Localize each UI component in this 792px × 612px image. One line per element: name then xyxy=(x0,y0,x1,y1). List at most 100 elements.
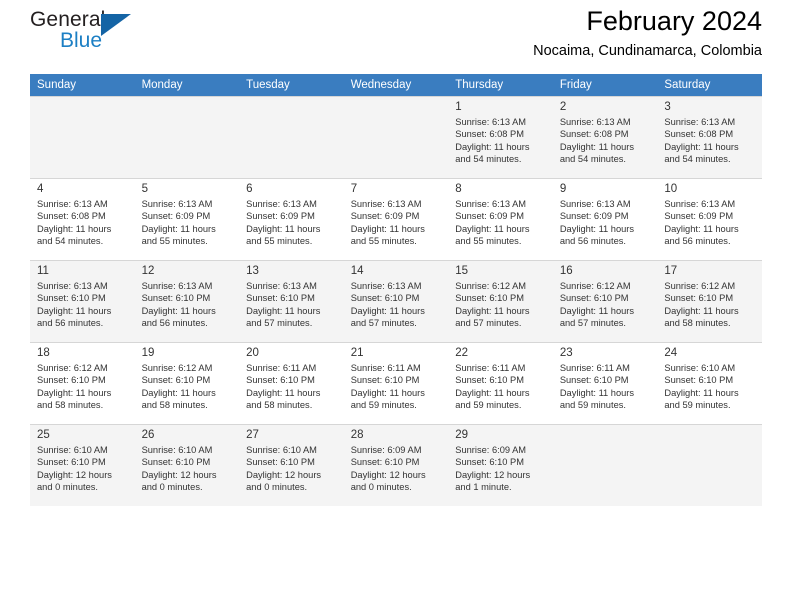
weekday-header-cell: Friday xyxy=(552,74,658,96)
calendar-day-cell[interactable]: 29 Sunrise: 6:09 AM Sunset: 6:10 PM Dayligh… xyxy=(448,424,553,506)
calendar-day-cell[interactable]: 22 Sunrise: 6:11 AM Sunset: 6:10 PM Dayligh… xyxy=(448,342,553,424)
daylight-text: Daylight: 12 hours xyxy=(246,469,322,480)
calendar-day-cell-empty xyxy=(134,96,240,178)
calendar-day-cell[interactable]: 13 Sunrise: 6:13 AM Sunset: 6:10 PM Dayligh… xyxy=(239,260,344,342)
calendar-day-cell[interactable]: 1 Sunrise: 6:13 AM Sunset: 6:08 PM Daylight… xyxy=(448,96,553,178)
calendar-day-cell[interactable]: 5 Sunrise: 6:13 AM Sunset: 6:09 PM Daylight… xyxy=(134,178,240,260)
day-cell-inner xyxy=(657,424,762,506)
calendar-day-cell[interactable]: 28 Sunrise: 6:09 AM Sunset: 6:10 PM Dayligh… xyxy=(343,424,449,506)
daylight-text: and 54 minutes. xyxy=(559,154,626,165)
sunset-text: Sunset: 6:09 PM xyxy=(455,211,524,222)
calendar-day-cell[interactable]: 4 Sunrise: 6:13 AM Sunset: 6:08 PM Daylight… xyxy=(30,178,135,260)
weekday-header-cell: Saturday xyxy=(657,74,762,96)
day-number: 7 xyxy=(350,183,358,195)
day-cell-inner: 18 Sunrise: 6:12 AM Sunset: 6:10 PM Dayligh… xyxy=(30,342,135,424)
sunrise-text: Sunrise: 6:13 AM xyxy=(664,199,736,209)
day-sun-info: Sunrise: 6:12 AM Sunset: 6:10 PM Daylight:… xyxy=(455,280,547,330)
sunrise-text: Sunrise: 6:12 AM xyxy=(559,281,631,291)
day-number: 27 xyxy=(246,429,259,441)
daylight-text: Daylight: 11 hours xyxy=(246,387,321,398)
sunrise-text: Sunrise: 6:11 AM xyxy=(350,363,421,373)
calendar-day-cell[interactable]: 18 Sunrise: 6:12 AM Sunset: 6:10 PM Dayligh… xyxy=(30,342,135,424)
daylight-text: and 1 minute. xyxy=(455,482,512,493)
daylight-text: Daylight: 11 hours xyxy=(455,305,530,316)
day-number: 25 xyxy=(37,429,50,441)
day-cell-inner: 26 Sunrise: 6:10 AM Sunset: 6:10 PM Dayligh… xyxy=(134,424,240,506)
day-sun-info: Sunrise: 6:13 AM Sunset: 6:10 PM Daylight:… xyxy=(351,280,443,330)
day-number: 8 xyxy=(455,183,462,195)
day-cell-inner: 11 Sunrise: 6:13 AM Sunset: 6:10 PM Dayligh… xyxy=(30,260,135,342)
calendar-day-cell[interactable]: 26 Sunrise: 6:10 AM Sunset: 6:10 PM Dayligh… xyxy=(134,424,240,506)
calendar-day-cell-empty xyxy=(30,96,135,178)
day-number: 14 xyxy=(350,265,364,277)
calendar-day-cell[interactable]: 20 Sunrise: 6:11 AM Sunset: 6:10 PM Dayligh… xyxy=(239,342,344,424)
calendar-day-cell[interactable]: 10 Sunrise: 6:13 AM Sunset: 6:09 PM Dayligh… xyxy=(657,178,762,260)
calendar-day-cell-empty xyxy=(657,424,762,506)
calendar-day-cell[interactable]: 11 Sunrise: 6:13 AM Sunset: 6:10 PM Dayligh… xyxy=(30,260,135,342)
daylight-text: and 0 minutes. xyxy=(246,482,308,493)
daylight-text: Daylight: 11 hours xyxy=(246,305,321,316)
sunset-text: Sunset: 6:10 PM xyxy=(141,457,211,468)
day-number: 17 xyxy=(664,265,678,277)
day-number: 24 xyxy=(664,347,678,359)
calendar-day-cell[interactable]: 14 Sunrise: 6:13 AM Sunset: 6:10 PM Dayligh… xyxy=(343,260,449,342)
daylight-text: and 57 minutes. xyxy=(350,318,417,329)
sunset-text: Sunset: 6:10 PM xyxy=(559,375,629,386)
sunrise-text: Sunrise: 6:13 AM xyxy=(455,199,527,209)
calendar-day-cell[interactable]: 6 Sunrise: 6:13 AM Sunset: 6:09 PM Daylight… xyxy=(239,178,344,260)
day-cell-inner: 1 Sunrise: 6:13 AM Sunset: 6:08 PM Daylight… xyxy=(448,96,553,178)
calendar-day-cell[interactable]: 9 Sunrise: 6:13 AM Sunset: 6:09 PM Daylight… xyxy=(552,178,658,260)
sunset-text: Sunset: 6:10 PM xyxy=(350,293,420,304)
day-sun-info: Sunrise: 6:12 AM Sunset: 6:10 PM Daylight:… xyxy=(664,280,756,330)
calendar-day-cell[interactable]: 23 Sunrise: 6:11 AM Sunset: 6:10 PM Dayligh… xyxy=(552,342,658,424)
day-sun-info: Sunrise: 6:12 AM Sunset: 6:10 PM Daylight:… xyxy=(560,280,652,330)
calendar-day-cell[interactable]: 3 Sunrise: 6:13 AM Sunset: 6:08 PM Daylight… xyxy=(657,96,762,178)
daylight-text: Daylight: 11 hours xyxy=(37,305,112,316)
day-number: 26 xyxy=(141,429,155,441)
sunrise-text: Sunrise: 6:11 AM xyxy=(246,363,317,373)
daylight-text: Daylight: 11 hours xyxy=(350,387,425,398)
calendar-day-cell[interactable]: 8 Sunrise: 6:13 AM Sunset: 6:09 PM Daylight… xyxy=(448,178,553,260)
day-number: 23 xyxy=(559,347,573,359)
daylight-text: Daylight: 11 hours xyxy=(664,305,739,316)
day-sun-info: Sunrise: 6:13 AM Sunset: 6:09 PM Daylight:… xyxy=(246,198,338,248)
day-sun-info: Sunrise: 6:10 AM Sunset: 6:10 PM Daylight:… xyxy=(142,444,234,494)
calendar-day-cell[interactable]: 27 Sunrise: 6:10 AM Sunset: 6:10 PM Dayligh… xyxy=(239,424,344,506)
calendar-day-cell[interactable]: 21 Sunrise: 6:11 AM Sunset: 6:10 PM Dayligh… xyxy=(343,342,449,424)
calendar-day-cell[interactable]: 7 Sunrise: 6:13 AM Sunset: 6:09 PM Daylight… xyxy=(343,178,449,260)
day-sun-info: Sunrise: 6:13 AM Sunset: 6:08 PM Daylight:… xyxy=(37,198,129,248)
day-sun-info: Sunrise: 6:13 AM Sunset: 6:09 PM Daylight:… xyxy=(455,198,547,248)
calendar-day-cell[interactable]: 17 Sunrise: 6:12 AM Sunset: 6:10 PM Dayligh… xyxy=(657,260,762,342)
day-sun-info: Sunrise: 6:10 AM Sunset: 6:10 PM Daylight:… xyxy=(246,444,338,494)
daylight-text: and 56 minutes. xyxy=(559,236,626,247)
day-number: 12 xyxy=(141,265,155,277)
daylight-text: and 0 minutes. xyxy=(141,482,203,493)
daylight-text: and 58 minutes. xyxy=(37,400,104,411)
calendar-day-cell[interactable]: 24 Sunrise: 6:10 AM Sunset: 6:10 PM Dayligh… xyxy=(657,342,762,424)
calendar-day-cell[interactable]: 19 Sunrise: 6:12 AM Sunset: 6:10 PM Dayligh… xyxy=(134,342,240,424)
calendar-day-cell[interactable]: 12 Sunrise: 6:13 AM Sunset: 6:10 PM Dayligh… xyxy=(134,260,240,342)
day-cell-inner: 5 Sunrise: 6:13 AM Sunset: 6:09 PM Daylight… xyxy=(134,178,240,260)
weekday-header-cell: Monday xyxy=(134,74,240,96)
day-sun-info: Sunrise: 6:09 AM Sunset: 6:10 PM Daylight:… xyxy=(455,444,547,494)
sunset-text: Sunset: 6:10 PM xyxy=(455,457,524,468)
day-cell-inner: 20 Sunrise: 6:11 AM Sunset: 6:10 PM Dayligh… xyxy=(239,342,344,424)
calendar-day-cell[interactable]: 25 Sunrise: 6:10 AM Sunset: 6:10 PM Dayligh… xyxy=(30,424,135,506)
day-cell-inner: 14 Sunrise: 6:13 AM Sunset: 6:10 PM Dayligh… xyxy=(343,260,449,342)
calendar-day-cell-empty xyxy=(552,424,658,506)
day-cell-inner: 7 Sunrise: 6:13 AM Sunset: 6:09 PM Daylight… xyxy=(343,178,449,260)
daylight-text: Daylight: 12 hours xyxy=(37,469,112,480)
calendar-day-cell[interactable]: 15 Sunrise: 6:12 AM Sunset: 6:10 PM Dayligh… xyxy=(448,260,553,342)
day-sun-info: Sunrise: 6:13 AM Sunset: 6:09 PM Daylight:… xyxy=(142,198,234,248)
daylight-text: and 56 minutes. xyxy=(141,318,208,329)
day-number: 13 xyxy=(246,265,259,277)
calendar-day-cell[interactable]: 2 Sunrise: 6:13 AM Sunset: 6:08 PM Daylight… xyxy=(552,96,658,178)
day-sun-info: Sunrise: 6:13 AM Sunset: 6:10 PM Daylight:… xyxy=(246,280,338,330)
sunrise-text: Sunrise: 6:13 AM xyxy=(559,199,631,209)
daylight-text: and 0 minutes. xyxy=(350,482,412,493)
daylight-text: and 57 minutes. xyxy=(246,318,313,329)
sunset-text: Sunset: 6:09 PM xyxy=(141,211,211,222)
sunset-text: Sunset: 6:08 PM xyxy=(455,129,524,140)
calendar-day-cell[interactable]: 16 Sunrise: 6:12 AM Sunset: 6:10 PM Dayligh… xyxy=(552,260,658,342)
day-number: 5 xyxy=(141,183,148,195)
